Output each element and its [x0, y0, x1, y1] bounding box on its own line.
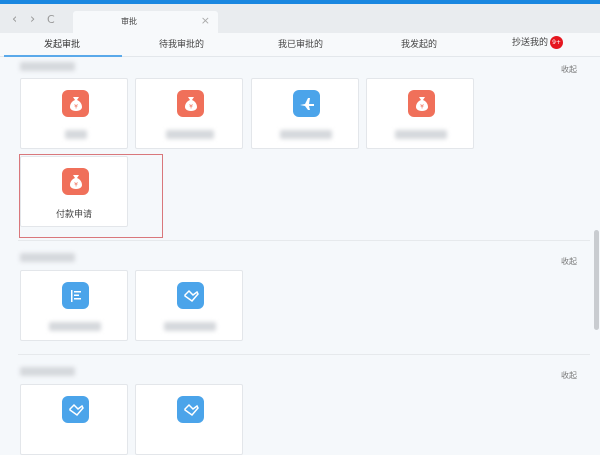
highlight-box [19, 154, 163, 238]
reload-button[interactable]: C [47, 13, 55, 26]
tab-approved[interactable]: 我已审批的 [278, 37, 323, 50]
card-label-redacted [395, 130, 447, 139]
list-icon [62, 282, 89, 309]
section-divider [18, 354, 590, 355]
active-tab-indicator [4, 55, 122, 57]
approval-tabs: 发起审批 待我审批的 我已审批的 我发起的 抄送我的 9+ [0, 33, 600, 57]
handshake-icon [177, 282, 204, 309]
collapse-button[interactable]: 收起 [561, 370, 577, 381]
collapse-button[interactable]: 收起 [561, 256, 577, 267]
tab-cc[interactable]: 抄送我的 9+ [512, 35, 564, 49]
collapse-button[interactable]: 收起 [561, 64, 577, 75]
close-tab-icon[interactable]: × [201, 14, 210, 27]
approval-card[interactable] [251, 78, 359, 149]
scrollbar-thumb[interactable] [594, 230, 599, 330]
tab-pending[interactable]: 待我审批的 [159, 37, 204, 50]
approval-card[interactable] [135, 78, 243, 149]
count-badge: 9+ [550, 36, 564, 49]
back-button[interactable]: ‹ [12, 12, 17, 27]
airplane-icon [293, 90, 320, 117]
approval-card[interactable] [20, 270, 128, 341]
money-bag-icon [62, 90, 89, 117]
tab-initiate[interactable]: 发起审批 [44, 37, 80, 50]
approval-card[interactable] [20, 78, 128, 149]
section-divider [18, 240, 590, 241]
handshake-icon [62, 396, 89, 423]
card-label-redacted [49, 322, 101, 331]
money-bag-icon [177, 90, 204, 117]
card-label-redacted [164, 322, 216, 331]
browser-tab-title: 审批 [121, 17, 137, 26]
forward-button[interactable]: › [30, 12, 35, 27]
tab-cc-label: 抄送我的 [512, 38, 549, 48]
card-label-redacted [65, 130, 87, 139]
money-bag-icon [408, 90, 435, 117]
approval-card[interactable] [366, 78, 474, 149]
approval-card[interactable] [135, 384, 243, 455]
approval-card[interactable] [135, 270, 243, 341]
section-title-redacted [20, 367, 75, 376]
approval-card[interactable] [20, 384, 128, 455]
browser-tab[interactable]: 审批 × [73, 11, 218, 33]
tab-mine[interactable]: 我发起的 [401, 37, 437, 50]
handshake-icon [177, 396, 204, 423]
section-title-redacted [20, 253, 75, 262]
section-title-redacted [20, 62, 75, 71]
card-label-redacted [280, 130, 332, 139]
browser-toolbar: ‹ › C 审批 × [0, 4, 600, 33]
card-label-redacted [166, 130, 214, 139]
